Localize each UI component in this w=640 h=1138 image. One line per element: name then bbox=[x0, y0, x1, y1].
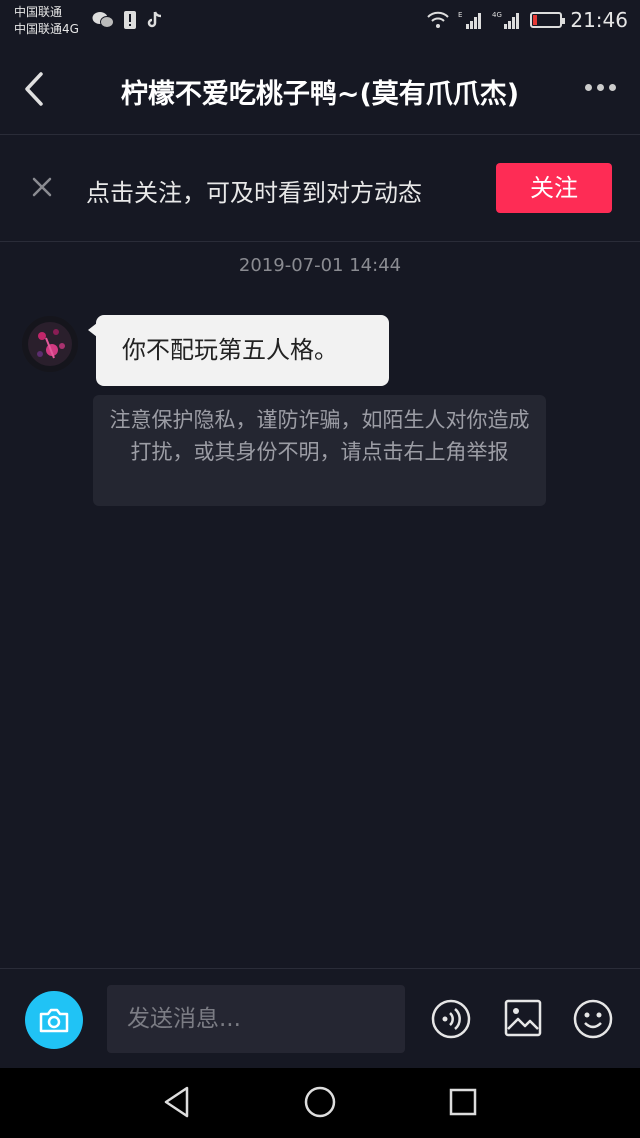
signal-icon-2: 4G bbox=[492, 11, 520, 29]
chevron-left-icon[interactable] bbox=[20, 70, 48, 108]
battery-icon bbox=[530, 12, 566, 28]
message-bubble[interactable]: 你不配玩第五人格。 bbox=[88, 315, 389, 386]
wifi-icon bbox=[427, 11, 450, 28]
follow-hint: 点击关注，可及时看到对方动态 bbox=[86, 179, 422, 207]
image-icon[interactable] bbox=[504, 999, 542, 1037]
system-nav-bar bbox=[0, 1068, 640, 1138]
follow-button[interactable]: 关注 bbox=[496, 163, 612, 213]
clock: 21:46 bbox=[570, 8, 628, 32]
chat-title: 柠檬不爱吃桃子鸭~(莫有爪爪杰) bbox=[120, 79, 520, 110]
privacy-notice: 注意保护隐私，谨防诈骗，如陌生人对你造成打扰，或其身份不明，请点击右上角举报 bbox=[93, 395, 546, 506]
camera-icon bbox=[39, 1008, 69, 1033]
svg-text:E: E bbox=[458, 11, 462, 19]
emoji-icon[interactable] bbox=[573, 999, 613, 1039]
battery-level bbox=[533, 15, 538, 25]
avatar[interactable] bbox=[22, 316, 78, 372]
voice-icon[interactable] bbox=[431, 999, 471, 1039]
carrier-line2: 中国联通4G bbox=[14, 22, 79, 36]
sim-alert-icon bbox=[124, 11, 136, 29]
signal-icon-1: E bbox=[458, 11, 482, 29]
back-triangle-icon[interactable] bbox=[162, 1085, 192, 1119]
message-timestamp: 2019-07-01 14:44 bbox=[238, 255, 402, 276]
tiktok-icon bbox=[147, 11, 162, 28]
home-circle-icon[interactable] bbox=[303, 1085, 337, 1119]
message-input[interactable]: 发送消息... bbox=[107, 985, 405, 1053]
network-type-label: 4G bbox=[492, 11, 502, 19]
input-bar: 发送消息... bbox=[0, 968, 640, 1069]
camera-button[interactable] bbox=[25, 991, 83, 1049]
status-bar: 中国联通 中国联通4G E 4G 21:46 bbox=[0, 0, 640, 44]
follow-banner: 点击关注，可及时看到对方动态 关注 bbox=[0, 135, 640, 242]
notification-icons bbox=[92, 10, 164, 30]
chat-header: 柠檬不爱吃桃子鸭~(莫有爪爪杰) bbox=[0, 44, 640, 135]
carrier-line1: 中国联通 bbox=[14, 5, 63, 19]
wechat-icon bbox=[92, 12, 114, 28]
avatar-image bbox=[22, 316, 78, 372]
close-icon[interactable] bbox=[30, 175, 54, 199]
more-dots-icon[interactable] bbox=[585, 84, 616, 91]
recents-square-icon[interactable] bbox=[448, 1085, 478, 1119]
system-status: E 4G 21:46 bbox=[426, 8, 628, 32]
carrier-info: 中国联通 中国联通4G bbox=[14, 4, 79, 38]
